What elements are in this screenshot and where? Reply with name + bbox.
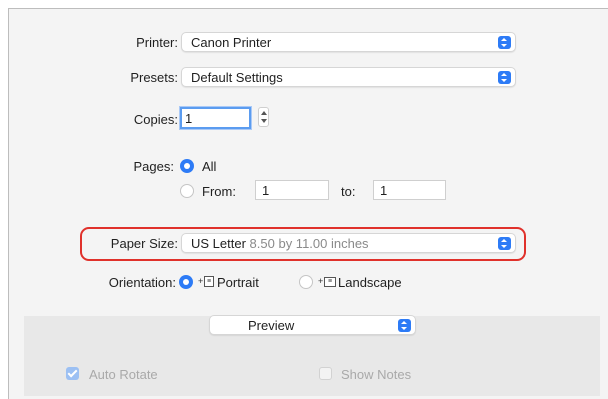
auto-rotate-checkbox[interactable] xyxy=(66,367,79,380)
pages-all-label: All xyxy=(202,159,217,174)
up-down-arrows-icon xyxy=(498,36,511,49)
orientation-landscape-label: Landscape xyxy=(338,275,402,290)
printer-label: Printer: xyxy=(136,35,178,50)
pages-to-value: 1 xyxy=(380,183,388,198)
pages-from-value: 1 xyxy=(262,183,270,198)
paper-size-detail: 8.50 by 11.00 inches xyxy=(249,236,369,251)
copies-field[interactable]: 1 xyxy=(180,107,251,129)
orientation-portrait-label: Portrait xyxy=(217,275,259,290)
plus-icon: + xyxy=(318,276,324,286)
up-down-arrows-icon xyxy=(498,71,511,84)
paper-size-name: US Letter xyxy=(191,236,246,251)
paper-size-value: US Letter 8.50 by 11.00 inches xyxy=(191,236,369,251)
copies-value: 1 xyxy=(185,111,193,126)
pages-from-radio[interactable] xyxy=(180,184,194,198)
section-value: Preview xyxy=(248,318,295,333)
show-notes-label: Show Notes xyxy=(341,367,412,382)
pages-from-field[interactable]: 1 xyxy=(255,180,329,200)
printer-popup[interactable]: Canon Printer xyxy=(181,32,516,52)
orientation-label: Orientation: xyxy=(108,275,176,290)
paper-size-label: Paper Size: xyxy=(110,236,178,251)
up-down-arrows-icon xyxy=(398,319,411,332)
plus-icon: + xyxy=(198,276,204,286)
pages-label: Pages: xyxy=(133,159,174,174)
paper-size-popup[interactable]: US Letter 8.50 by 11.00 inches xyxy=(181,233,516,253)
orientation-portrait-radio[interactable] xyxy=(179,275,193,289)
presets-label: Presets: xyxy=(130,70,178,85)
up-down-arrows-icon xyxy=(498,237,511,250)
pages-to-field[interactable]: 1 xyxy=(373,180,446,200)
pages-to-label: to: xyxy=(341,184,356,199)
pages-all-radio[interactable] xyxy=(180,159,194,173)
printer-value: Canon Printer xyxy=(191,35,272,50)
copies-label: Copies: xyxy=(133,112,178,127)
portrait-page-icon: ≡ xyxy=(204,276,214,287)
presets-popup[interactable]: Default Settings xyxy=(181,67,516,87)
orientation-landscape-radio[interactable] xyxy=(299,275,313,289)
presets-value: Default Settings xyxy=(191,70,283,85)
show-notes-checkbox[interactable] xyxy=(319,367,332,380)
section-popup[interactable]: Preview xyxy=(209,315,416,335)
auto-rotate-label: Auto Rotate xyxy=(89,367,158,382)
copies-stepper[interactable] xyxy=(258,107,269,127)
landscape-page-icon: ≡ xyxy=(324,277,336,287)
pages-from-label: From: xyxy=(202,184,236,199)
